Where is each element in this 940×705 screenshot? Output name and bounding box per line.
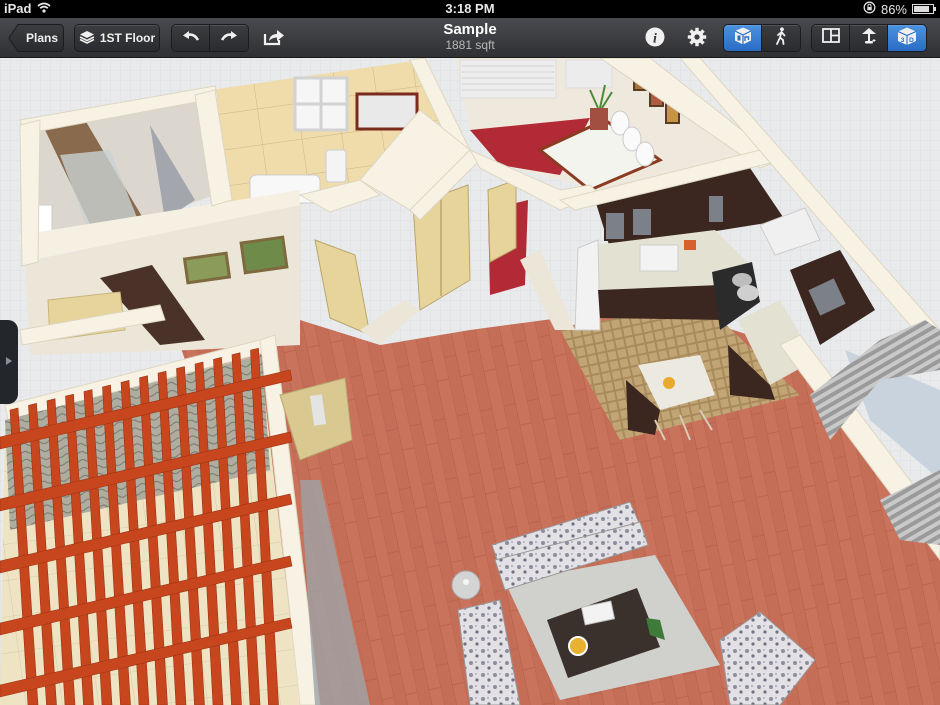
gear-icon [687,27,707,52]
orbit-cube-icon [733,26,753,51]
3d-viewport[interactable] [0,58,940,705]
floorplan-2d-button[interactable] [812,25,850,51]
share-icon [263,28,285,51]
layers-icon [79,30,95,47]
kitchen-sink [639,244,679,272]
undo-redo-group [171,24,249,52]
battery-icon [912,4,936,14]
walking-person-icon [774,26,788,50]
undo-icon [182,29,200,47]
undo-button[interactable] [172,25,210,51]
fruit-plate [568,636,588,656]
display-mode-selector: 3D [811,24,927,52]
redo-icon [220,29,238,47]
side-panel-handle[interactable] [0,320,18,404]
nightstand [590,108,608,130]
toolbar: Plans 1ST Floor Sample 1881 sqft i 3 D [0,18,940,58]
orbit-view-button[interactable] [724,25,762,51]
plans-label: Plans [26,31,59,45]
floorplan-3d-scene[interactable] [0,58,940,705]
hallway-picture [182,251,232,285]
svg-text:3: 3 [901,37,905,44]
refrigerator [574,239,601,331]
bedroom-door [487,179,517,263]
view-3d-button[interactable]: 3D [888,25,926,51]
cutting-board [684,240,696,250]
info-icon: i [645,27,665,52]
svg-text:i: i [653,31,657,46]
fruit-bowl [663,377,675,389]
floorplan-icon [821,28,840,48]
cube-3d-icon: 3D [896,26,918,51]
view-mode-selector [723,24,801,52]
lamp-icon [860,27,878,50]
svg-text:D: D [909,37,914,44]
furniture-button[interactable] [850,25,888,51]
toilet [325,149,347,183]
status-bar: iPad 3:18 PM 86% [0,0,940,18]
redo-button[interactable] [210,25,248,51]
floor-label: 1ST Floor [99,31,156,45]
battery-percent: 86% [880,1,907,17]
plans-back-button[interactable]: Plans [8,24,64,52]
info-button[interactable]: i [643,27,667,51]
lower-cabinets [598,285,725,320]
rotation-lock-icon [863,1,876,17]
clock: 3:18 PM [445,1,495,16]
share-button[interactable] [262,27,286,51]
settings-button[interactable] [685,27,709,51]
walk-view-button[interactable] [762,25,800,51]
cooking-pot [732,273,752,287]
floor-selector-button[interactable]: 1ST Floor [74,24,160,52]
chevron-right-icon [5,353,13,371]
cabinet-glass [604,211,626,241]
